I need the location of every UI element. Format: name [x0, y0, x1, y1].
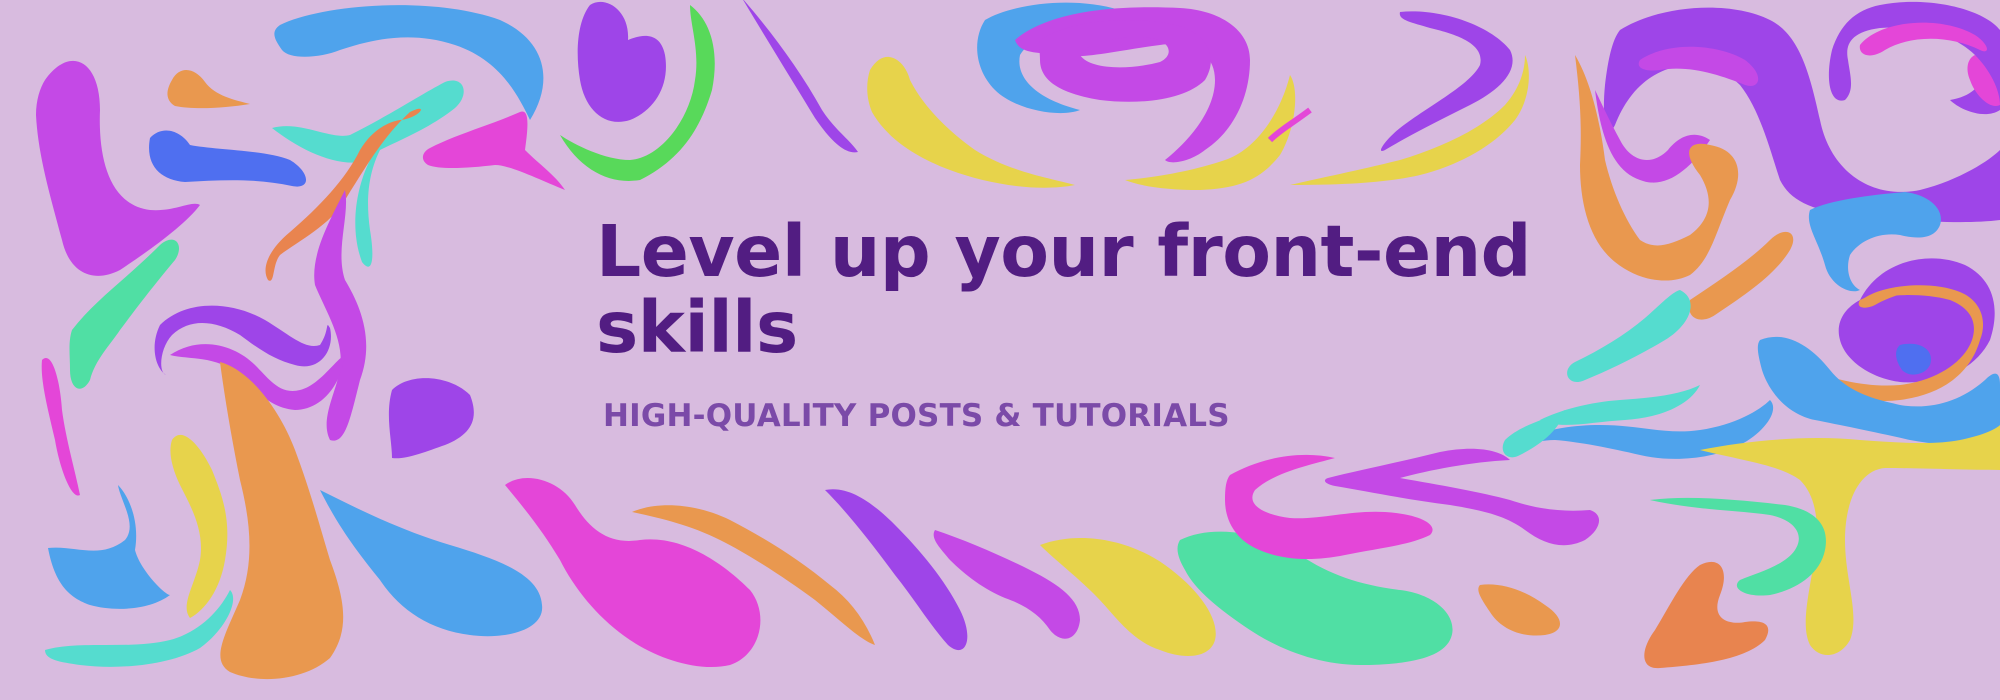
swirl-shape — [1478, 584, 1560, 636]
swirl-shape — [388, 378, 474, 459]
swirl-shape — [1700, 425, 2000, 656]
swirl-shape — [867, 56, 1075, 188]
swirl-shape — [167, 70, 250, 109]
swirl-shape — [505, 477, 761, 668]
hero-banner: Level up your front-end skills HIGH-QUAL… — [0, 0, 2000, 700]
swirl-shape — [743, 0, 858, 153]
swirl-shape — [220, 362, 344, 680]
swirl-shape — [48, 485, 170, 609]
swirl-shape — [1039, 20, 1211, 102]
swirl-shape — [320, 490, 543, 637]
hero-headline: Level up your front-end skills — [596, 210, 1531, 369]
swirl-shape — [1650, 497, 1826, 596]
swirl-shape — [577, 1, 666, 122]
swirl-shape — [170, 434, 228, 618]
hero-tagline: HIGH-QUALITY POSTS & TUTORIALS — [603, 398, 1230, 434]
swirl-shape — [422, 111, 565, 190]
swirl-shape — [1603, 7, 2000, 223]
swirl-shape — [1540, 385, 1700, 425]
swirl-shape — [149, 130, 307, 187]
swirl-shape — [1567, 290, 1691, 383]
